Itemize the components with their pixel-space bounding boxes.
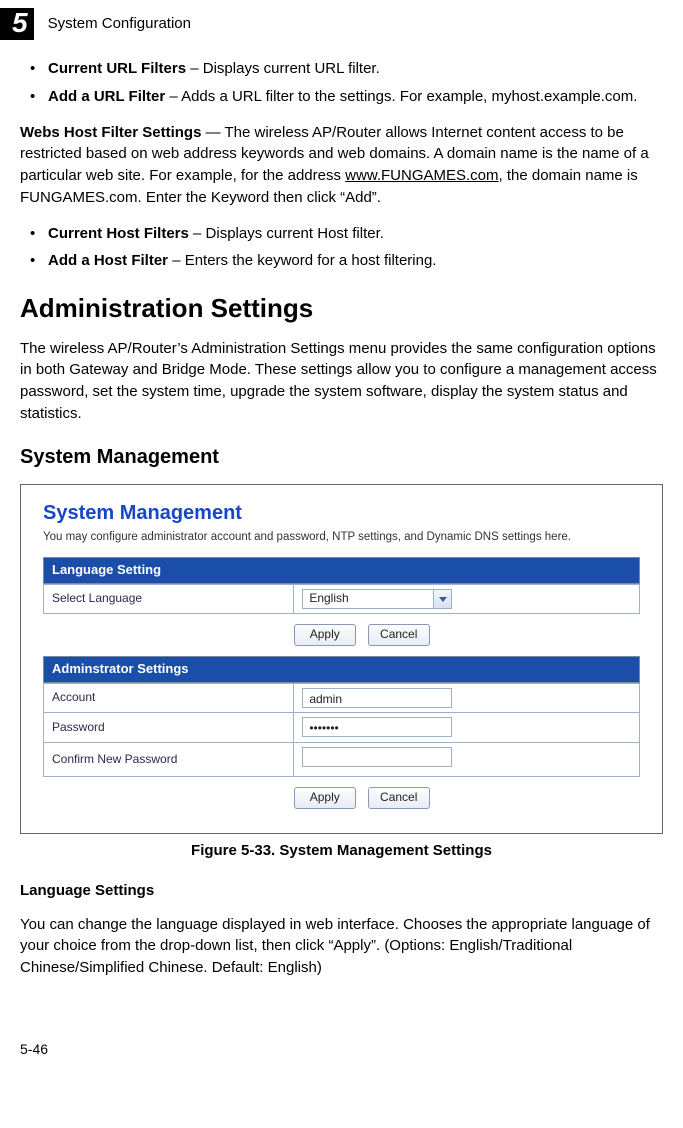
apply-button[interactable]: Apply	[294, 624, 356, 646]
table-row: Account admin	[44, 683, 640, 712]
page-number: 5-46	[20, 1039, 663, 1059]
account-input[interactable]: admin	[302, 688, 452, 708]
para-sep: —	[201, 124, 224, 141]
password-input[interactable]: •••••••	[302, 717, 452, 737]
select-language-label: Select Language	[44, 585, 294, 614]
admin-settings-header: Adminstrator Settings	[43, 656, 640, 683]
password-cell: •••••••	[294, 713, 640, 742]
cancel-button[interactable]: Cancel	[368, 787, 430, 809]
url-filter-list: Current URL Filters – Displays current U…	[30, 58, 663, 108]
item-desc: – Displays current Host filter.	[189, 225, 384, 242]
password-label: Password	[44, 713, 294, 742]
table-row: Select Language English	[44, 585, 640, 614]
language-settings-text: You can change the language displayed in…	[20, 914, 663, 979]
table-row: Confirm New Password	[44, 742, 640, 776]
figure-caption: Figure 5-33. System Management Settings	[20, 840, 663, 862]
chapter-number: 5	[0, 8, 34, 40]
language-setting-table: Select Language English	[43, 584, 640, 614]
account-label: Account	[44, 683, 294, 712]
language-select[interactable]: English	[302, 589, 452, 609]
language-settings-heading: Language Settings	[20, 880, 663, 902]
admin-settings-heading: Administration Settings	[20, 290, 663, 328]
item-term: Current URL Filters	[48, 60, 186, 77]
list-item: Current Host Filters – Displays current …	[30, 223, 663, 245]
list-item: Current URL Filters – Displays current U…	[30, 58, 663, 80]
chevron-down-icon	[433, 590, 451, 608]
chapter-title: System Configuration	[48, 13, 191, 35]
item-term: Current Host Filters	[48, 225, 189, 242]
table-row: Password •••••••	[44, 713, 640, 742]
confirm-password-cell	[294, 742, 640, 776]
list-item: Add a Host Filter – Enters the keyword f…	[30, 250, 663, 272]
item-term: Add a URL Filter	[48, 88, 165, 105]
admin-settings-intro: The wireless AP/Router’s Administration …	[20, 338, 663, 425]
figure-title: System Management	[43, 499, 640, 528]
language-button-row: Apply Cancel	[43, 618, 640, 656]
host-filter-list: Current Host Filters – Displays current …	[30, 223, 663, 273]
list-item: Add a URL Filter – Adds a URL filter to …	[30, 86, 663, 108]
item-desc: – Adds a URL filter to the settings. For…	[165, 88, 637, 105]
admin-button-row: Apply Cancel	[43, 781, 640, 819]
sys-mgmt-heading: System Management	[20, 443, 663, 472]
language-select-value: English	[303, 590, 433, 607]
confirm-password-label: Confirm New Password	[44, 742, 294, 776]
item-desc: – Enters the keyword for a host filterin…	[168, 252, 436, 269]
account-cell: admin	[294, 683, 640, 712]
figure-box: System Management You may configure admi…	[20, 484, 663, 834]
select-language-cell: English	[294, 585, 640, 614]
language-setting-header: Language Setting	[43, 557, 640, 584]
para-lead: Webs Host Filter Settings	[20, 124, 201, 141]
para-link: www.FUNGAMES.com	[345, 167, 498, 184]
figure-subtitle: You may configure administrator account …	[43, 530, 640, 546]
item-desc: – Displays current URL filter.	[186, 60, 380, 77]
page-header: 5 System Configuration	[20, 8, 663, 40]
webs-host-paragraph: Webs Host Filter Settings — The wireless…	[20, 122, 663, 209]
admin-settings-table: Account admin Password ••••••• Confirm N…	[43, 683, 640, 777]
item-term: Add a Host Filter	[48, 252, 168, 269]
apply-button[interactable]: Apply	[294, 787, 356, 809]
confirm-password-input[interactable]	[302, 747, 452, 767]
cancel-button[interactable]: Cancel	[368, 624, 430, 646]
